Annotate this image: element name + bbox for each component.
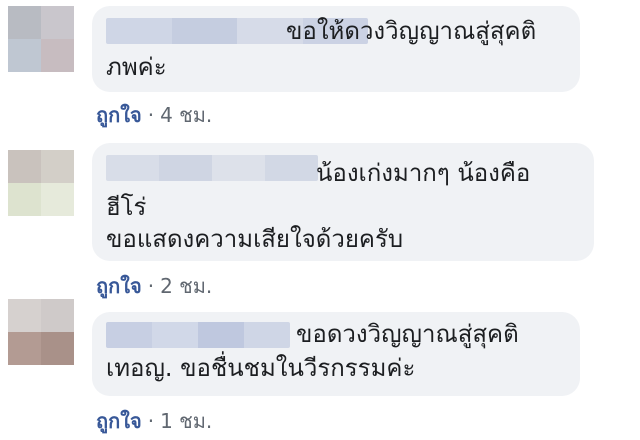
separator-dot: · (147, 409, 155, 433)
like-link[interactable]: ถูกใจ (96, 99, 142, 131)
avatar-tile (8, 150, 41, 183)
avatar-tile (41, 6, 74, 39)
comment-meta: ถูกใจ · 4 ชม. (96, 99, 212, 131)
avatar-tile (41, 150, 74, 183)
avatar[interactable] (8, 299, 74, 365)
blur-segment (106, 18, 172, 44)
separator-dot: · (147, 274, 155, 298)
blur-segment (244, 322, 290, 348)
comment-text-line: น้องเก่งมากๆ น้องคือ (316, 159, 531, 187)
avatar-tile (41, 299, 74, 332)
timestamp[interactable]: 4 ชม. (160, 99, 212, 131)
comment-text-line: ขอดวงวิญญาณสู่สุคติ (296, 320, 519, 348)
avatar-tile (8, 39, 41, 72)
comment-text-line: ขอแสดงความเสียใจด้วยครับ (106, 225, 404, 253)
blur-segment (152, 322, 198, 348)
comment-meta: ถูกใจ · 1 ชม. (96, 405, 212, 437)
separator-dot: · (147, 103, 155, 127)
avatar-tile (8, 183, 41, 216)
avatar-tile (8, 332, 41, 365)
like-link[interactable]: ถูกใจ (96, 405, 142, 437)
comment-text-line: ฮีโร่ (106, 193, 147, 221)
blur-segment (106, 155, 159, 181)
avatar-tile (8, 299, 41, 332)
comment-bubble: ขอดวงวิญญาณสู่สุคติ เทอญ. ขอชื่นชมในวีรก… (92, 312, 580, 396)
timestamp[interactable]: 2 ชม. (160, 270, 212, 302)
blur-segment (171, 18, 237, 44)
avatar-tile (8, 6, 41, 39)
comment-text-line: ภพค่ะ (106, 53, 167, 81)
blur-segment (106, 322, 152, 348)
author-name-blurred[interactable] (106, 322, 290, 348)
avatar-tile (41, 332, 74, 365)
comment-bubble: น้องเก่งมากๆ น้องคือ ฮีโร่ ขอแสดงความเสี… (92, 143, 594, 261)
avatar-tile (41, 39, 74, 72)
comment-meta: ถูกใจ · 2 ชม. (96, 270, 212, 302)
avatar-tile (41, 183, 74, 216)
avatar[interactable] (8, 6, 74, 72)
blur-segment (159, 155, 212, 181)
blur-segment (265, 155, 318, 181)
like-link[interactable]: ถูกใจ (96, 270, 142, 302)
author-name-blurred[interactable] (106, 155, 318, 181)
blur-segment (198, 322, 244, 348)
avatar[interactable] (8, 150, 74, 216)
comment-bubble: ขอให้ดวงวิญญาณสู่สุคติ ภพค่ะ (92, 6, 580, 92)
comment-text-line: ขอให้ดวงวิญญาณสู่สุคติ (286, 17, 537, 45)
blur-segment (212, 155, 265, 181)
timestamp[interactable]: 1 ชม. (160, 405, 212, 437)
comment-text-line: เทอญ. ขอชื่นชมในวีรกรรมค่ะ (106, 354, 416, 382)
